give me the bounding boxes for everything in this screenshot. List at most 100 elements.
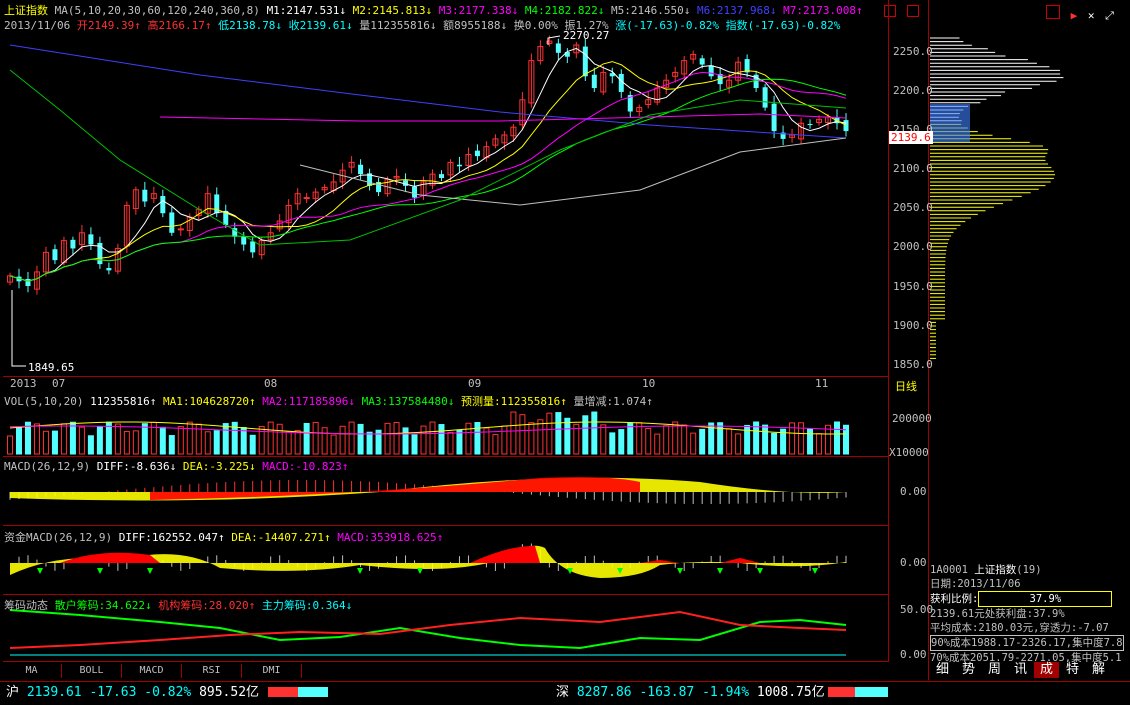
date-tick: 08 bbox=[264, 377, 277, 390]
candle-body bbox=[304, 198, 309, 199]
volume-bar bbox=[34, 424, 39, 454]
label-item: MA2:117185896↓ bbox=[256, 395, 355, 408]
ma-line bbox=[10, 79, 846, 281]
date-tick: 09 bbox=[468, 377, 481, 390]
volume-bar bbox=[583, 416, 588, 454]
volume-bar bbox=[241, 428, 246, 454]
volume-bar bbox=[277, 424, 282, 454]
volume-bar bbox=[718, 423, 723, 454]
side-profit-label: 获利比例: bbox=[930, 593, 978, 605]
tab-rsi[interactable]: RSI bbox=[182, 664, 242, 678]
volume-bar bbox=[133, 431, 138, 454]
period-label[interactable]: 日线 bbox=[895, 378, 917, 394]
side-code-row: 1A0001 上证指数(19) bbox=[930, 563, 1124, 577]
candle-body bbox=[169, 212, 174, 232]
tab-boll[interactable]: BOLL bbox=[62, 664, 122, 678]
volume-bar bbox=[430, 422, 435, 454]
sz-group[interactable]: 深 8287.86 -163.87 -1.94% 1008.75亿 bbox=[556, 683, 825, 703]
side-line1: 2139.61元处获利盘:37.9% bbox=[930, 607, 1124, 621]
side-tab[interactable]: 势 bbox=[956, 662, 981, 678]
candle-body bbox=[106, 268, 111, 270]
volume-bar bbox=[466, 423, 471, 454]
vol-title: VOL(5,10,20) 112355816↑ MA1:104628720↑ M… bbox=[4, 393, 653, 409]
volume-bar bbox=[169, 436, 174, 454]
side-tab[interactable]: 周 bbox=[982, 662, 1007, 678]
candle-body bbox=[583, 47, 588, 77]
volume-bar bbox=[610, 433, 615, 454]
label-item: MACD:-10.823↑ bbox=[256, 460, 349, 473]
ma-line-green bbox=[10, 70, 846, 245]
volume-bar bbox=[727, 429, 732, 454]
sh-bar bbox=[268, 687, 328, 697]
volume-bar bbox=[223, 424, 228, 454]
candle-body bbox=[772, 104, 777, 131]
volume-bar bbox=[664, 426, 669, 454]
side-tab[interactable]: 讯 bbox=[1008, 662, 1033, 678]
tab-ma[interactable]: MA bbox=[2, 664, 62, 678]
volume-bar bbox=[745, 425, 750, 454]
vol-tick: 200000 bbox=[892, 412, 932, 425]
candle-body bbox=[25, 279, 30, 286]
volume-bar bbox=[340, 426, 345, 454]
volume-bar bbox=[736, 434, 741, 454]
volume-bar bbox=[655, 434, 660, 454]
volume-bar bbox=[358, 424, 363, 454]
candle-body bbox=[160, 196, 165, 213]
volume-bar bbox=[349, 422, 354, 454]
macd-title: MACD(26,12,9) DIFF:-8.636↓ DEA:-3.225↓ M… bbox=[4, 460, 348, 473]
side-tab[interactable]: 特 bbox=[1060, 662, 1085, 678]
fund-down-marker bbox=[147, 568, 153, 574]
low-value: 1849.65 bbox=[28, 361, 74, 374]
side-line3: 90%成本1988.17-2326.17,集中度7.8 bbox=[930, 635, 1124, 651]
macd-items: DIFF:-8.636↓ DEA:-3.225↓ MACD:-10.823↑ bbox=[97, 460, 349, 473]
volume-bar bbox=[646, 428, 651, 454]
chip-items: 散户筹码:34.622↓ 机构筹码:28.020↑ 主力筹码:0.364↓ bbox=[55, 599, 353, 612]
sz-amount: 1008.75亿 bbox=[757, 685, 825, 700]
volume-bar bbox=[61, 424, 66, 454]
low-annotation: 1849.65 bbox=[28, 361, 74, 374]
label-item: 机构筹码:28.020↑ bbox=[152, 599, 256, 612]
volume-bar bbox=[502, 426, 507, 454]
side-tab[interactable]: 解 bbox=[1086, 662, 1111, 678]
volume-bar bbox=[313, 422, 318, 454]
volume-bar bbox=[97, 427, 102, 454]
side-tab[interactable]: 细 bbox=[930, 662, 955, 678]
price-tick: 2000.0 bbox=[893, 240, 933, 253]
side-name: 上证指数 bbox=[974, 564, 1016, 576]
candle-body bbox=[709, 65, 714, 76]
volume-bar bbox=[394, 422, 399, 454]
label-item: 预测量:112355816↑ bbox=[454, 395, 566, 408]
current-price-tag: 2139.6 bbox=[889, 131, 933, 144]
volume-bar bbox=[511, 412, 516, 454]
volume-bar bbox=[70, 422, 75, 454]
volume-bar bbox=[88, 436, 93, 454]
side-tab[interactable]: 成 bbox=[1034, 662, 1059, 678]
candle-body bbox=[439, 174, 444, 178]
price-tick: 2100.0 bbox=[893, 162, 933, 175]
volume-bar bbox=[412, 435, 417, 454]
date-tick: 2013 bbox=[10, 377, 37, 390]
volume-bar bbox=[295, 430, 300, 454]
tab-dmi[interactable]: DMI bbox=[242, 664, 302, 678]
candle-body bbox=[52, 249, 57, 260]
volume-bar bbox=[475, 423, 480, 454]
label-item: 112355816↑ bbox=[90, 395, 156, 408]
candle-body bbox=[88, 234, 93, 244]
ma-line-mid bbox=[160, 114, 846, 121]
price-tick: 1850.0 bbox=[893, 358, 933, 371]
volume-bar bbox=[43, 431, 48, 454]
cost-highlight bbox=[930, 104, 970, 142]
label-item: DIFF:-8.636↓ bbox=[97, 460, 176, 473]
fund-tick-value: 0.00 bbox=[900, 556, 927, 569]
volume-bar bbox=[16, 427, 21, 454]
fund-down-marker bbox=[812, 568, 818, 574]
fund-tick: 0.00 bbox=[900, 556, 927, 569]
volume-bar bbox=[403, 428, 408, 454]
sh-group[interactable]: 沪 2139.61 -17.63 -0.82% 895.52亿 bbox=[6, 683, 259, 703]
price-tick: 2050.0 bbox=[893, 201, 933, 214]
label-item: DIFF:162552.047↑ bbox=[119, 531, 225, 544]
volume-bar bbox=[178, 427, 183, 454]
tab-macd[interactable]: MACD bbox=[122, 664, 182, 678]
volume-bar bbox=[835, 422, 840, 454]
volume-bar bbox=[763, 425, 768, 454]
